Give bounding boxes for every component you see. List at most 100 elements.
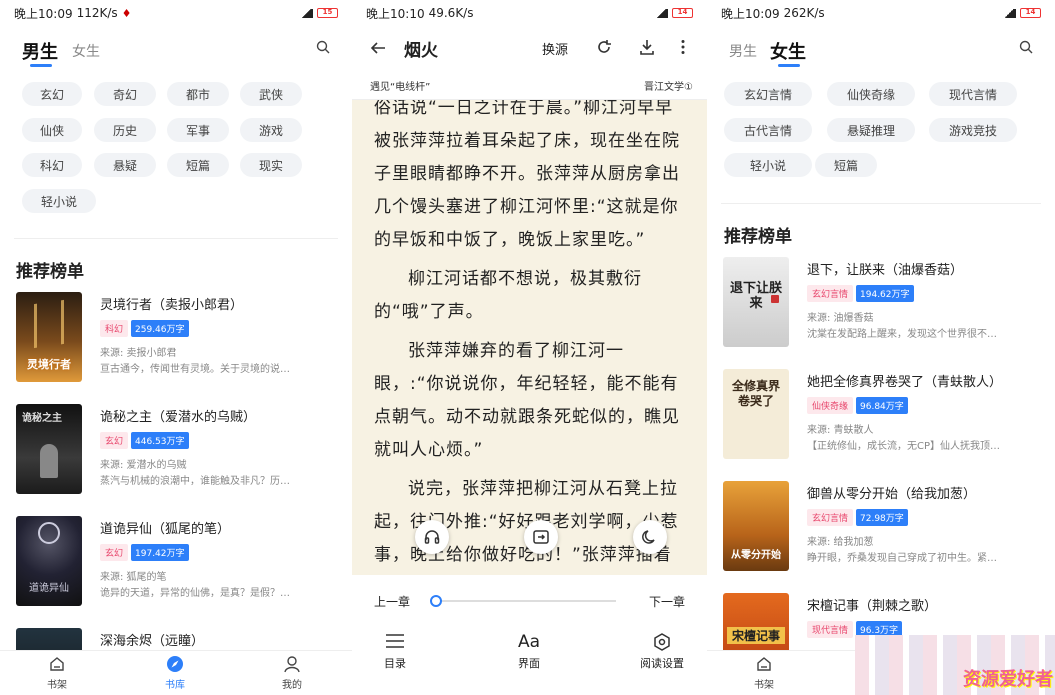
- tag-item[interactable]: 仙侠奇缘: [827, 82, 915, 106]
- book-item[interactable]: 道诡异仙 道诡异仙（狐尾的笔） 玄幻 197.42万字 来源: 狐尾的笔 诡异的天…: [16, 516, 338, 612]
- interface-button[interactable]: Aa 界面: [504, 633, 554, 671]
- tag-item[interactable]: 轻小说: [724, 153, 812, 177]
- night-mode-button[interactable]: [633, 520, 667, 554]
- tab-female[interactable]: 女生: [72, 41, 100, 61]
- tag-item[interactable]: 奇幻: [94, 82, 156, 106]
- status-speed: 112K/s: [76, 6, 118, 20]
- tag-item[interactable]: 玄幻: [22, 82, 82, 106]
- paragraph: 俗话说“一日之计在于晨。”柳江河早早被张萍萍拉着耳朵起了床，现在坐在院子里眼睛都…: [374, 98, 680, 250]
- more-vertical-icon[interactable]: [680, 39, 686, 55]
- notification-icon: ♦: [121, 6, 132, 20]
- status-speed: 49.6K/s: [428, 6, 474, 20]
- tag-item[interactable]: 游戏: [240, 118, 302, 142]
- section-title: 推荐榜单: [16, 262, 84, 282]
- tag-item[interactable]: 玄幻言情: [724, 82, 812, 106]
- book-category: 仙侠奇缘: [807, 397, 854, 414]
- book-source: 来源: 爱潜水的乌贼: [100, 460, 187, 471]
- tag-item[interactable]: 都市: [167, 82, 229, 106]
- book-category: 玄幻言情: [807, 509, 854, 526]
- signal-icon: [654, 8, 668, 18]
- battery-icon: 14: [672, 8, 693, 18]
- download-icon[interactable]: [639, 39, 655, 55]
- battery-icon: 14: [1020, 8, 1041, 18]
- menu-label: 阅读设置: [640, 657, 684, 670]
- cover-title: 全修真界卷哭了: [731, 379, 780, 408]
- source-site[interactable]: 晋江文学①: [644, 78, 693, 93]
- book-wordcount: 446.53万字: [131, 432, 189, 449]
- book-source: 来源: 青蚨散人: [807, 425, 874, 436]
- autopage-button[interactable]: [524, 520, 558, 554]
- chapter-progress-track[interactable]: [436, 600, 616, 602]
- font-aa-icon: Aa: [517, 632, 541, 652]
- tag-item[interactable]: 军事: [167, 118, 229, 142]
- tag-item[interactable]: 历史: [94, 118, 156, 142]
- next-chapter-button[interactable]: 下一章: [649, 593, 685, 610]
- tag-item[interactable]: 悬疑推理: [827, 118, 915, 142]
- nav-profile[interactable]: 我的: [262, 655, 322, 691]
- tag-item[interactable]: 游戏竞技: [929, 118, 1017, 142]
- menu-label: 界面: [518, 657, 540, 670]
- tag-item[interactable]: 武侠: [240, 82, 302, 106]
- active-tab-indicator: [30, 64, 52, 67]
- book-item[interactable]: 从零分开始 御兽从零分开始（给我加葱） 玄幻言情 72.98万字 来源: 给我加葱…: [723, 481, 1041, 577]
- tag-item[interactable]: 科幻: [22, 153, 82, 177]
- refresh-icon[interactable]: [596, 39, 612, 55]
- search-icon[interactable]: [316, 40, 330, 54]
- reader-screen: 晚上10:10 49.6K/s 14 烟火 换源 遇见“电线杆” 晋江文学① 俗…: [352, 0, 707, 695]
- prev-chapter-button[interactable]: 上一章: [374, 593, 410, 610]
- book-category: 现代言情: [807, 621, 854, 638]
- change-source-button[interactable]: 换源: [542, 39, 568, 58]
- tag-item[interactable]: 现代言情: [929, 82, 1017, 106]
- audio-button[interactable]: [415, 520, 449, 554]
- back-arrow-icon[interactable]: [370, 40, 386, 56]
- reading-settings-button[interactable]: 阅读设置: [632, 633, 692, 671]
- search-icon[interactable]: [1019, 40, 1033, 54]
- nav-library[interactable]: 书库: [145, 655, 205, 691]
- status-speed: 262K/s: [783, 6, 825, 20]
- signal-icon: [299, 8, 313, 18]
- book-item[interactable]: 灵境行者 灵境行者（卖报小郎君） 科幻 259.46万字 来源: 卖报小郎君 亘古…: [16, 292, 338, 388]
- status-bar: 晚上10:10 49.6K/s 14: [352, 0, 707, 26]
- toc-button[interactable]: 目录: [370, 633, 420, 671]
- book-wordcount: 96.84万字: [856, 397, 908, 414]
- book-category: 玄幻言情: [807, 285, 854, 302]
- nav-label: 书架: [47, 680, 67, 691]
- gender-tabs: 男生 女生: [707, 34, 1055, 70]
- tab-male[interactable]: 男生: [729, 41, 757, 61]
- watermark: 资源爱好者: [963, 669, 1053, 690]
- active-tab-indicator: [778, 64, 800, 67]
- book-title: 烟火: [404, 41, 438, 61]
- book-desc: 睁开眼，乔桑发现自己穿成了初中生。紧…: [807, 553, 997, 564]
- book-item[interactable]: 退下让朕来 退下，让朕来（油爆香菇） 玄幻言情 194.62万字 来源: 油爆香菇…: [723, 257, 1041, 353]
- status-bar: 晚上10:09 112K/s ♦ 15: [0, 0, 352, 26]
- tag-item[interactable]: 轻小说: [22, 189, 96, 213]
- book-item[interactable]: 全修真界卷哭了 她把全修真界卷哭了（青蚨散人） 仙侠奇缘 96.84万字 来源: …: [723, 369, 1041, 465]
- tag-item[interactable]: 古代言情: [724, 118, 812, 142]
- book-wordcount: 197.42万字: [131, 544, 189, 561]
- tab-male[interactable]: 男生: [22, 38, 58, 64]
- gender-tabs: 男生 女生: [0, 34, 352, 70]
- tag-item[interactable]: 短篇: [815, 153, 877, 177]
- status-time: 晚上10:09: [14, 6, 73, 21]
- cover-title: 诡秘之主: [22, 413, 62, 424]
- library-female-screen: 晚上10:09 262K/s 14 男生 女生 玄幻言情 仙侠奇缘 现代言情 古…: [707, 0, 1055, 695]
- book-item[interactable]: 诡秘之主 诡秘之主（爱潜水的乌贼） 玄幻 446.53万字 来源: 爱潜水的乌贼 …: [16, 404, 338, 500]
- tag-item[interactable]: 短篇: [167, 153, 229, 177]
- book-title: 宋檀记事（荆棘之歌）: [807, 599, 938, 614]
- paragraph: 张萍萍嫌弃的看了柳江河一眼，:“你说说你，年纪轻轻，能不能有点朝气。动不动就跟条…: [374, 341, 680, 460]
- bookshelf-icon: [50, 657, 64, 671]
- bookshelf-icon: [757, 657, 771, 671]
- tab-female[interactable]: 女生: [770, 38, 806, 64]
- nav-bookshelf[interactable]: 书架: [27, 655, 87, 691]
- progress-thumb[interactable]: [430, 595, 442, 607]
- signal-icon: [1002, 8, 1016, 18]
- nav-label: 我的: [282, 680, 302, 691]
- cover-title: 道诡异仙: [29, 583, 69, 594]
- user-icon: [284, 656, 300, 673]
- book-cover: 灵境行者: [16, 292, 82, 382]
- book-title: 她把全修真界卷哭了（青蚨散人）: [807, 375, 1003, 390]
- tag-item[interactable]: 仙侠: [22, 118, 82, 142]
- tag-item[interactable]: 悬疑: [94, 153, 156, 177]
- nav-bookshelf[interactable]: 书架: [734, 655, 794, 691]
- tag-item[interactable]: 现实: [240, 153, 302, 177]
